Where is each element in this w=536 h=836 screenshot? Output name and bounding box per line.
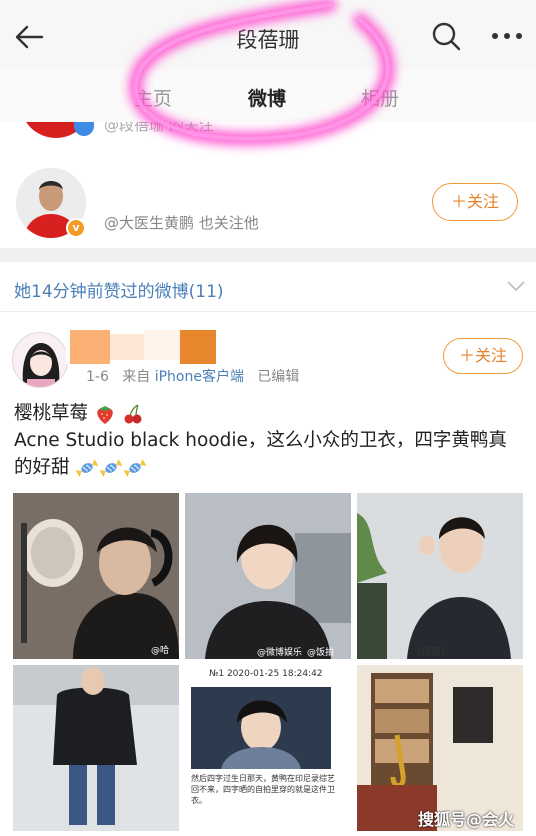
post-body: 樱桃草莓 Acne Studio black hoodie，这么小众的卫衣，四字… xyxy=(14,400,526,481)
top-bar: 段蓓珊 xyxy=(0,0,536,70)
cherries-icon xyxy=(124,404,142,424)
liked-posts-row[interactable]: 她14分钟前赞过的微博(11) xyxy=(0,262,536,312)
post-date: 1-6 xyxy=(86,369,109,385)
post-source[interactable]: iPhone客户端 xyxy=(155,369,244,385)
username-blurred[interactable] xyxy=(66,326,218,364)
post-line-2: Acne Studio black hoodie，这么小众的卫衣，四字黄鸭真 xyxy=(14,430,507,451)
watermark: @微博娱乐 xyxy=(257,648,303,658)
candy-icon xyxy=(75,459,99,477)
photo-1[interactable]: @哈 xyxy=(13,493,179,659)
more-icon[interactable] xyxy=(490,28,524,44)
candy-icon xyxy=(99,459,123,477)
verified-badge-icon: v xyxy=(66,218,86,238)
follow-button[interactable]: ＋关注 xyxy=(432,183,518,221)
liked-posts-label: 她14分钟前赞过的微博(11) xyxy=(14,282,224,302)
note-text: 然后四字过生日那天，黄鸭在印尼录综艺回不来，四字晒的自拍里穿的就是这件卫衣。 xyxy=(191,774,335,805)
follow-desc: @段蓓珊 的关注 xyxy=(104,122,214,134)
photo-4[interactable] xyxy=(13,665,179,831)
photo-5[interactable]: №1 2020-01-25 18:24:42 然后四字过生日那天，黄鸭在印尼录综… xyxy=(185,665,351,831)
follow-desc: @大医生黄鹏 也关注他 xyxy=(104,214,259,232)
photo-caption: (嘻嘻) xyxy=(417,647,445,658)
watermark: @哈 xyxy=(151,646,170,656)
watermark: @饭拍 xyxy=(307,648,335,658)
chevron-down-icon[interactable] xyxy=(506,280,526,292)
post-edited: 已编辑 xyxy=(257,369,300,385)
post-meta: 1-6 来自 iPhone客户端 已编辑 xyxy=(86,366,299,386)
follow-suggestion-row[interactable]: v @大医生黄鹏 也关注他 ＋关注 xyxy=(0,160,536,248)
candy-icon xyxy=(123,459,147,477)
profile-tabs: 主页 微博 相册 xyxy=(0,70,536,122)
avatar[interactable] xyxy=(12,332,68,388)
tab-weibo[interactable]: 微博 xyxy=(248,84,286,111)
footer-watermark: 搜狐号@会火 xyxy=(418,810,515,829)
post-line-1: 樱桃草莓 xyxy=(14,403,89,424)
post-from: 来自 xyxy=(122,369,151,385)
strawberry-icon xyxy=(97,406,113,424)
follow-button[interactable]: ＋关注 xyxy=(443,338,523,374)
post-line-3: 的好甜 xyxy=(14,457,70,478)
verified-badge-icon xyxy=(74,122,94,136)
previous-follow-row: @段蓓珊 的关注 xyxy=(0,122,536,158)
photo-3[interactable]: (嘻嘻) xyxy=(357,493,523,659)
divider xyxy=(0,248,536,262)
search-icon[interactable] xyxy=(430,20,462,52)
photo-2[interactable]: @微博娱乐 @饭拍 xyxy=(185,493,351,659)
tab-home[interactable]: 主页 xyxy=(134,84,172,111)
tab-album[interactable]: 相册 xyxy=(361,84,399,111)
weibo-post: 1-6 来自 iPhone客户端 已编辑 ＋关注 樱桃草莓 Acne Studi… xyxy=(0,312,536,836)
note-number: №1 2020-01-25 18:24:42 xyxy=(209,669,323,679)
